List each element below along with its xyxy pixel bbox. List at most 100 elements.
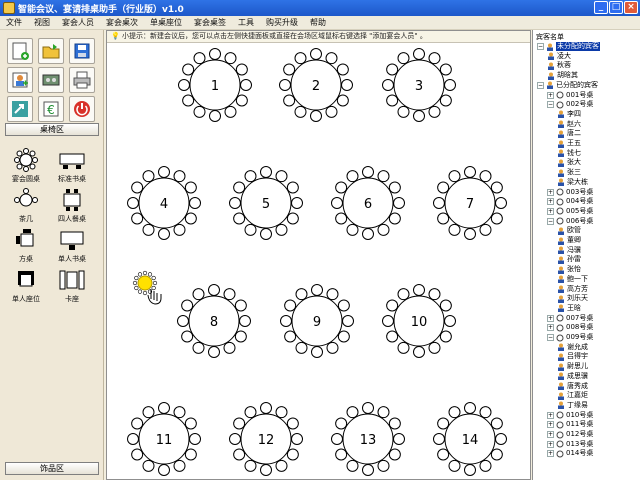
seat[interactable] xyxy=(464,402,476,414)
seat[interactable] xyxy=(448,406,461,419)
tree-table-node[interactable]: +013号桌 xyxy=(547,440,593,449)
seat[interactable] xyxy=(131,181,144,194)
palette-single-desk[interactable]: 单人书桌 xyxy=(50,228,94,264)
seat[interactable] xyxy=(291,197,303,209)
seat[interactable] xyxy=(448,459,461,472)
tree-table-node[interactable]: +001号桌 xyxy=(547,91,593,100)
seat[interactable] xyxy=(209,110,221,122)
seat[interactable] xyxy=(208,284,220,296)
seat[interactable] xyxy=(479,223,492,236)
tree-table-node[interactable]: − 002号桌 xyxy=(547,100,593,109)
decoration-section-header[interactable]: 饰品区 xyxy=(5,462,99,475)
seat[interactable] xyxy=(275,170,288,183)
seat[interactable] xyxy=(444,315,456,327)
seat[interactable] xyxy=(260,402,272,414)
banquet-table[interactable]: 7 xyxy=(433,166,507,240)
seat[interactable] xyxy=(260,464,272,476)
seat[interactable] xyxy=(386,330,399,343)
menu-guests[interactable]: 宴会人员 xyxy=(56,17,100,28)
banquet-table[interactable]: 5 xyxy=(229,166,303,240)
seat[interactable] xyxy=(224,52,237,65)
guest-item[interactable]: 欧管 xyxy=(557,226,581,235)
seat[interactable] xyxy=(142,223,155,236)
seat[interactable] xyxy=(444,79,456,91)
menu-seats[interactable]: 单桌座位 xyxy=(144,17,188,28)
seat[interactable] xyxy=(286,181,299,194)
banquet-table[interactable]: 11 xyxy=(127,402,201,476)
banquet-table[interactable]: 1 xyxy=(178,48,252,122)
guest-item[interactable]: 秋蓉 xyxy=(547,61,571,70)
guest-item[interactable]: 吕得宇 xyxy=(557,352,588,361)
palette-square-table[interactable]: 方桌 xyxy=(4,228,48,264)
seat[interactable] xyxy=(439,94,452,107)
seat[interactable] xyxy=(284,299,297,312)
seat[interactable] xyxy=(184,181,197,194)
seat[interactable] xyxy=(192,341,205,354)
seat[interactable] xyxy=(377,406,390,419)
seat[interactable] xyxy=(182,63,195,76)
purchase-button[interactable]: € xyxy=(38,96,64,122)
seat[interactable] xyxy=(283,94,296,107)
banquet-table[interactable]: 3 xyxy=(382,48,456,122)
seat[interactable] xyxy=(437,417,450,430)
menu-file[interactable]: 文件 xyxy=(0,17,28,28)
seat[interactable] xyxy=(337,299,350,312)
seat[interactable] xyxy=(184,448,197,461)
seat[interactable] xyxy=(346,459,359,472)
seat[interactable] xyxy=(311,346,323,358)
seat[interactable] xyxy=(158,464,170,476)
seat[interactable] xyxy=(286,417,299,430)
menu-upgrade[interactable]: 购买升级 xyxy=(260,17,304,28)
highlighted-seat[interactable] xyxy=(137,275,153,291)
seat[interactable] xyxy=(295,288,308,301)
open-button[interactable] xyxy=(38,38,64,64)
seat[interactable] xyxy=(295,341,308,354)
seat[interactable] xyxy=(335,181,348,194)
seat[interactable] xyxy=(193,105,206,118)
seat[interactable] xyxy=(310,48,322,60)
menu-table-cards[interactable]: 宴会桌签 xyxy=(188,17,232,28)
guest-item[interactable]: 孙雷 xyxy=(557,255,581,264)
guest-item[interactable]: 胡晗其 xyxy=(547,71,578,80)
seat[interactable] xyxy=(382,315,394,327)
seat[interactable] xyxy=(413,284,425,296)
seat[interactable] xyxy=(393,197,405,209)
guest-item[interactable]: 张三 xyxy=(557,168,581,177)
seat[interactable] xyxy=(311,284,323,296)
guest-item[interactable]: 成思骥 xyxy=(557,372,588,381)
seat[interactable] xyxy=(275,223,288,236)
seat[interactable] xyxy=(325,52,338,65)
seat[interactable] xyxy=(397,341,410,354)
seat[interactable] xyxy=(464,166,476,178)
banquet-table[interactable]: 6 xyxy=(331,166,405,240)
seat[interactable] xyxy=(182,94,195,107)
seat[interactable] xyxy=(362,402,374,414)
seat[interactable] xyxy=(335,448,348,461)
seat[interactable] xyxy=(233,181,246,194)
seat[interactable] xyxy=(244,223,257,236)
dragging-seat[interactable] xyxy=(132,270,162,305)
tree-table-node[interactable]: +012号桌 xyxy=(547,430,593,439)
seat[interactable] xyxy=(127,197,139,209)
seat[interactable] xyxy=(433,433,445,445)
seat[interactable] xyxy=(437,448,450,461)
seat[interactable] xyxy=(377,170,390,183)
seat[interactable] xyxy=(189,433,201,445)
seat[interactable] xyxy=(464,464,476,476)
seat[interactable] xyxy=(233,212,246,225)
guest-item[interactable]: 王晗 xyxy=(557,304,581,313)
seat[interactable] xyxy=(142,459,155,472)
seat[interactable] xyxy=(286,212,299,225)
seat[interactable] xyxy=(294,52,307,65)
seat[interactable] xyxy=(386,63,399,76)
expand-toggle[interactable]: + xyxy=(547,314,554,322)
palette-single-seat[interactable]: 单人座位 xyxy=(4,268,48,304)
maximize-button[interactable]: □ xyxy=(609,1,623,14)
seat[interactable] xyxy=(142,406,155,419)
seat[interactable] xyxy=(382,79,394,91)
seat[interactable] xyxy=(173,223,186,236)
seat[interactable] xyxy=(479,406,492,419)
minimize-button[interactable]: _ xyxy=(594,1,608,14)
seat[interactable] xyxy=(275,459,288,472)
tree-table-node[interactable]: +008号桌 xyxy=(547,323,593,332)
